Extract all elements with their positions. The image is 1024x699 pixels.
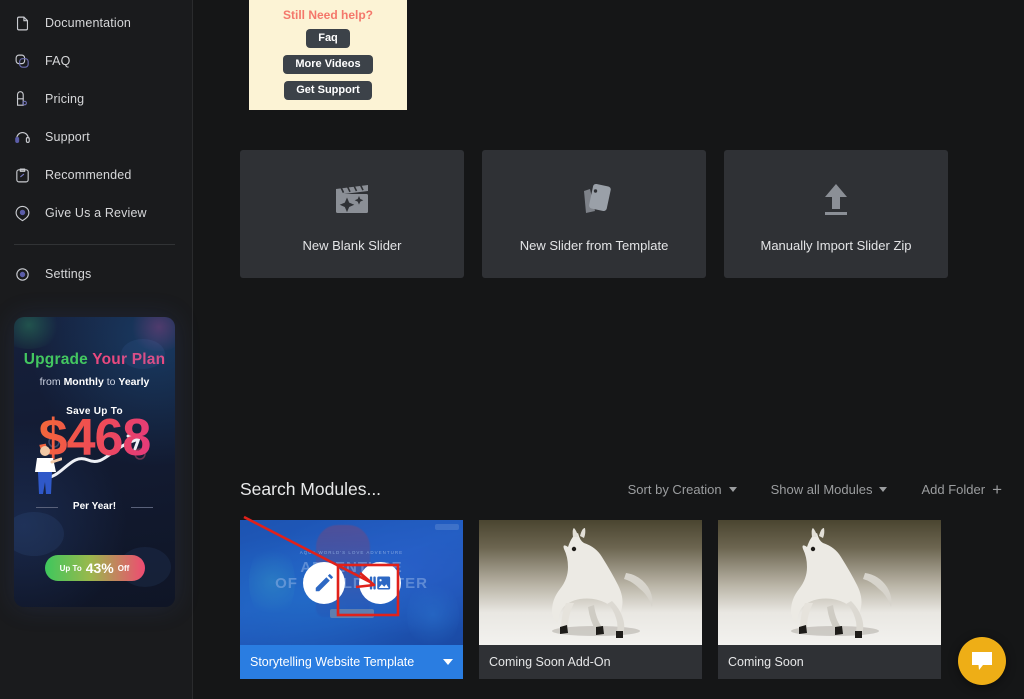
promo-blob [121, 339, 165, 369]
promo-sub-yearly: Yearly [118, 376, 150, 388]
faq-button[interactable]: Faq [306, 29, 350, 48]
sidebar-item-faq[interactable]: FAQ [0, 42, 192, 80]
promo-pill-post: Off [117, 563, 130, 573]
module-hover-overlay [240, 520, 463, 645]
promo-per-year: Per Year! [14, 501, 175, 512]
sidebar-item-support[interactable]: Support [0, 118, 192, 156]
sidebar-item-label: Settings [45, 267, 92, 281]
sidebar-divider [14, 244, 175, 245]
chat-support-button[interactable] [958, 637, 1006, 685]
add-folder-button[interactable]: Add Folder + [921, 481, 1002, 498]
promo-sub-monthly: Monthly [63, 376, 104, 388]
sort-dropdown-label: Sort by Creation [627, 481, 722, 497]
faq-icon [14, 53, 31, 70]
chevron-down-icon [728, 486, 737, 492]
module-card-footer[interactable]: Storytelling Website Template [240, 645, 463, 679]
manually-import-slider-zip-card[interactable]: Manually Import Slider Zip [724, 150, 948, 278]
module-card-label: Coming Soon [728, 655, 804, 669]
upgrade-promo-banner[interactable]: Upgrade Your Plan from Monthly to Yearly… [14, 317, 175, 607]
sort-by-creation-dropdown[interactable]: Sort by Creation [628, 482, 737, 497]
modules-grid: AQUA WORLD'S LOVE ADVENTURE ADVENTURE OF… [240, 520, 942, 679]
horse-illustration [551, 527, 652, 638]
module-card-coming-soon-add-on[interactable]: Coming Soon Add-On [479, 520, 702, 679]
module-card-footer[interactable]: Coming Soon [718, 645, 941, 679]
module-card-storytelling-website-template[interactable]: AQUA WORLD'S LOVE ADVENTURE ADVENTURE OF… [240, 520, 463, 679]
sidebar-item-label: Support [45, 130, 90, 144]
pricing-tag-icon [14, 90, 31, 108]
sidebar-item-documentation[interactable]: Documentation [0, 4, 192, 42]
promo-sub-mid: to [103, 376, 119, 388]
sidebar-item-label: Documentation [45, 16, 132, 30]
sidebar-item-label: Recommended [45, 168, 132, 182]
filter-dropdown-label: Show all Modules [770, 481, 873, 497]
headset-icon [14, 129, 31, 146]
template-cards-icon [574, 176, 614, 222]
sidebar-item-label: FAQ [45, 54, 71, 68]
sidebar-item-give-us-a-review[interactable]: Give Us a Review [0, 194, 192, 232]
promo-pill-value: 43% [85, 560, 114, 576]
module-card-label: Coming Soon Add-On [489, 655, 611, 669]
document-icon [14, 15, 31, 32]
action-cards-row: New Blank Slider New Slider from Templat… [240, 150, 949, 278]
promo-discount-button[interactable]: Up To 43% Off [44, 555, 145, 581]
more-videos-button[interactable]: More Videos [283, 55, 373, 74]
module-card-label: Storytelling Website Template [250, 655, 415, 669]
promo-pill-pre: Up To [59, 563, 82, 573]
chat-bubble-icon [972, 652, 992, 670]
module-thumbnail[interactable]: AQUA WORLD'S LOVE ADVENTURE ADVENTURE OF… [240, 520, 463, 645]
sidebar: Documentation FAQ Pricing Support Recomm… [0, 0, 193, 699]
sidebar-item-pricing[interactable]: Pricing [0, 80, 192, 118]
sidebar-item-label: Give Us a Review [45, 206, 147, 220]
module-thumbnail[interactable] [479, 520, 702, 645]
slides-gallery-icon[interactable] [358, 561, 401, 604]
sidebar-item-settings[interactable]: Settings [0, 255, 192, 293]
plus-icon: + [992, 479, 1002, 499]
show-all-modules-dropdown[interactable]: Show all Modules [771, 482, 888, 497]
still-need-help-panel: Still Need help? Faq More Videos Get Sup… [249, 0, 407, 110]
sidebar-item-recommended[interactable]: Recommended [0, 156, 192, 194]
action-card-label: New Blank Slider [302, 237, 402, 253]
promo-person-illustration [35, 446, 62, 494]
action-card-label: Manually Import Slider Zip [760, 237, 912, 253]
upload-arrow-icon [818, 176, 854, 222]
new-blank-slider-card[interactable]: New Blank Slider [240, 150, 464, 278]
horse-image [479, 520, 702, 645]
chevron-down-icon [879, 486, 888, 492]
new-slider-from-template-card[interactable]: New Slider from Template [482, 150, 706, 278]
promo-glow-left [14, 317, 62, 349]
review-bubble-icon [14, 205, 31, 222]
sidebar-item-label: Pricing [45, 92, 85, 106]
clapperboard-sparkle-icon [333, 176, 371, 222]
sidebar-nav: Documentation FAQ Pricing Support Recomm… [0, 0, 192, 293]
horse-image [718, 520, 941, 645]
get-support-button[interactable]: Get Support [284, 81, 372, 100]
promo-artwork: Save Up To $468 Per Year! [14, 398, 175, 520]
clipboard-icon [14, 167, 31, 184]
edit-pencil-icon[interactable] [302, 561, 345, 604]
promo-title-part-1: Upgrade [23, 351, 89, 368]
add-folder-label: Add Folder [921, 481, 986, 497]
app-root: Documentation FAQ Pricing Support Recomm… [0, 0, 1024, 699]
module-card-coming-soon[interactable]: Coming Soon [718, 520, 941, 679]
modules-toolbar: Sort by Creation Show all Modules Add Fo… [240, 474, 1002, 504]
action-card-label: New Slider from Template [519, 237, 669, 253]
module-thumbnail[interactable] [718, 520, 941, 645]
promo-sub-pre: from [39, 376, 64, 388]
module-card-footer[interactable]: Coming Soon Add-On [479, 645, 702, 679]
help-panel-title: Still Need help? [282, 8, 373, 22]
search-input[interactable] [240, 478, 560, 500]
gear-icon [14, 266, 31, 283]
chevron-down-icon[interactable] [443, 659, 453, 665]
horse-illustration [790, 527, 891, 638]
promo-subtitle: from Monthly to Yearly [14, 376, 175, 388]
